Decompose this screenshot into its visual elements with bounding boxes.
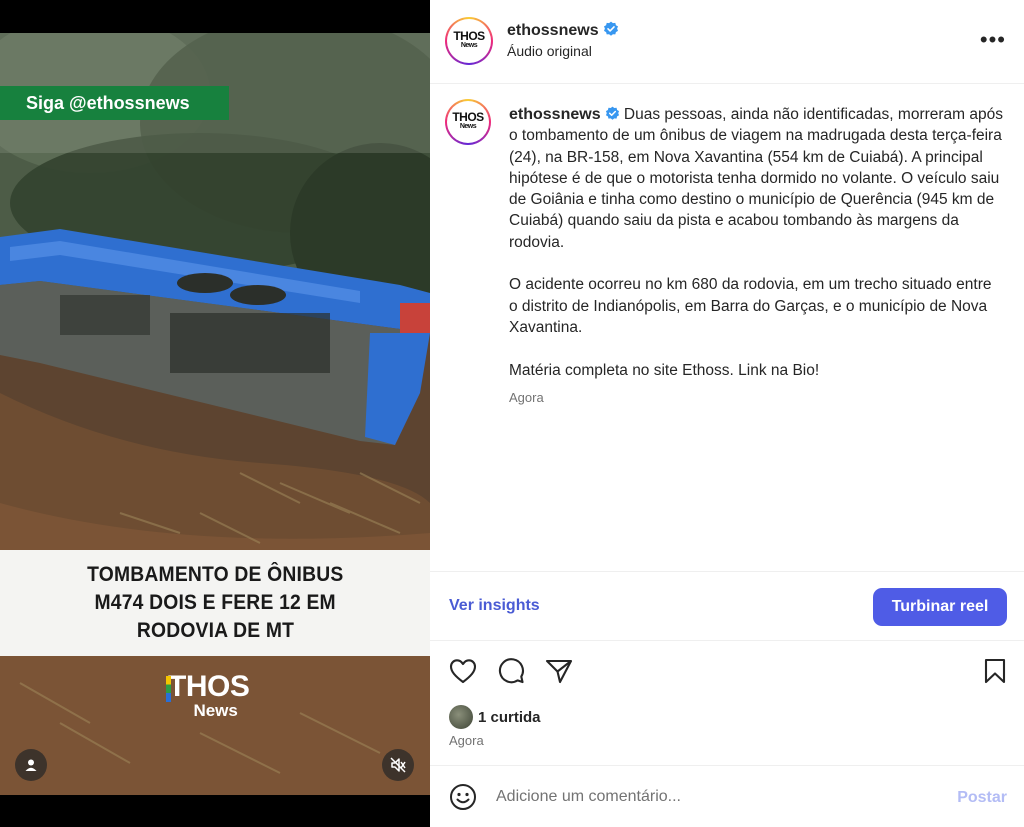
author-username[interactable]: ethossnews xyxy=(507,22,599,39)
avatar-logo: THOS News xyxy=(452,111,484,132)
share-button[interactable] xyxy=(545,657,573,685)
caption-timestamp: Agora xyxy=(509,389,544,405)
avatar-inner: THOS News xyxy=(447,19,491,63)
avatar-logo: THOS News xyxy=(453,30,485,51)
post-header: THOS News ethossnews Áudio original ••• xyxy=(430,0,1024,84)
caption-line: M474 DOIS E FERE 12 EM xyxy=(94,591,336,614)
emoji-button[interactable] xyxy=(449,783,477,816)
ethos-news-watermark: THOS News xyxy=(166,670,250,720)
watermark-bottom: News xyxy=(193,701,238,720)
heart-icon xyxy=(449,659,477,684)
insights-bar: Ver insights Turbinar reel xyxy=(430,571,1024,641)
send-icon xyxy=(545,659,573,684)
action-bar xyxy=(430,651,1024,691)
post-caption: ethossnews Duas pessoas, ainda não ident… xyxy=(509,104,1004,408)
caption-paragraph: O acidente ocorreu no km 680 da rodovia,… xyxy=(509,276,992,336)
caption-line: RODOVIA DE MT xyxy=(136,619,294,642)
emoji-icon xyxy=(450,784,476,810)
post-comment-button[interactable]: Postar xyxy=(957,789,1007,807)
caption-username[interactable]: ethossnews xyxy=(509,106,601,123)
caption-text: Duas pessoas, ainda não identificadas, m… xyxy=(509,106,1004,251)
liker-avatar xyxy=(449,705,473,729)
caption-line: TOMBAMENTO DE ÔNIBUS xyxy=(86,563,344,586)
like-button[interactable] xyxy=(449,657,477,685)
likes-count[interactable]: 1 curtida xyxy=(478,709,541,726)
author-info: ethossnews Áudio original xyxy=(507,21,619,59)
bookmark-icon xyxy=(984,658,1006,684)
comment-icon xyxy=(498,658,524,684)
comment-bar: Postar xyxy=(430,765,1024,827)
follow-tag: Siga @ethossnews xyxy=(0,86,229,120)
avatar-inner: THOS News xyxy=(447,101,489,143)
video-frame[interactable]: Siga @ethossnews TOMBAMENTO DE ÔNIBUS M4… xyxy=(0,33,430,795)
caption-paragraph: ethossnews Duas pessoas, ainda não ident… xyxy=(509,104,1004,253)
watermark-top: THOS xyxy=(168,670,250,703)
mute-button[interactable] xyxy=(382,749,414,781)
audio-label[interactable]: Áudio original xyxy=(507,43,619,59)
post-timestamp: Agora xyxy=(449,733,484,748)
author-avatar[interactable]: THOS News xyxy=(445,17,493,65)
comment-button[interactable] xyxy=(497,657,525,685)
watermark-flag-bar xyxy=(166,676,171,702)
reel-video[interactable]: Siga @ethossnews TOMBAMENTO DE ÔNIBUS M4… xyxy=(0,0,430,827)
view-insights-link[interactable]: Ver insights xyxy=(449,597,540,615)
comment-input[interactable] xyxy=(496,784,936,810)
verified-badge-icon xyxy=(605,106,619,120)
post-panel: THOS News ethossnews Áudio original ••• … xyxy=(430,0,1024,827)
more-options-icon[interactable]: ••• xyxy=(980,29,1006,51)
speaker-muted-icon xyxy=(390,757,406,773)
caption-author-avatar[interactable]: THOS News xyxy=(445,99,491,145)
verified-badge-icon xyxy=(603,21,618,36)
caption-paragraph: Matéria completa no site Ethoss. Link na… xyxy=(509,361,820,379)
likes-row[interactable]: 1 curtida xyxy=(449,704,541,730)
user-icon xyxy=(25,759,37,771)
save-button[interactable] xyxy=(981,657,1009,685)
tagged-user-button[interactable] xyxy=(15,749,47,781)
video-caption-box: TOMBAMENTO DE ÔNIBUS M474 DOIS E FERE 12… xyxy=(0,550,430,656)
boost-reel-button[interactable]: Turbinar reel xyxy=(873,588,1007,626)
